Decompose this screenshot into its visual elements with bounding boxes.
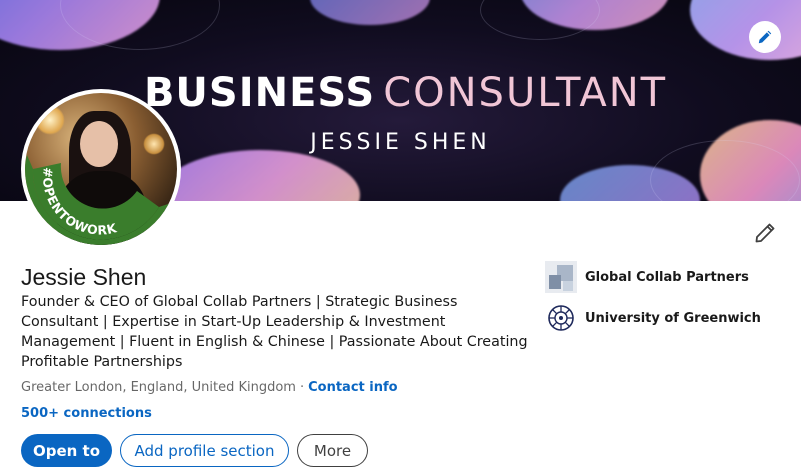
- banner-mesh: [480, 0, 600, 40]
- education-link[interactable]: University of Greenwich: [545, 302, 761, 334]
- profile-location: Greater London, England, United Kingdom: [21, 380, 296, 395]
- school-name: University of Greenwich: [585, 310, 761, 326]
- pencil-icon: [758, 30, 772, 44]
- banner-decoration: [310, 0, 430, 25]
- current-company-link[interactable]: Global Collab Partners: [545, 261, 749, 293]
- banner-decoration: [690, 0, 801, 60]
- profile-headline: Founder & CEO of Global Collab Partners …: [21, 294, 528, 370]
- banner-title-light: CONSULTANT: [383, 70, 668, 116]
- pencil-icon: [755, 223, 775, 243]
- open-to-work-frame: #OPENTOWORK: [25, 155, 171, 245]
- profile-location-line: Greater London, England, United Kingdom ·…: [21, 380, 398, 395]
- more-button[interactable]: More: [297, 434, 368, 467]
- edit-banner-button[interactable]: [749, 21, 781, 53]
- banner-decoration: [160, 150, 360, 201]
- connections-link[interactable]: 500+ connections: [21, 406, 152, 421]
- add-profile-section-button[interactable]: Add profile section: [120, 434, 289, 467]
- avatar: #OPENTOWORK: [25, 93, 177, 245]
- edit-intro-button[interactable]: [752, 220, 778, 246]
- profile-photo[interactable]: #OPENTOWORK: [21, 89, 181, 249]
- university-crest-icon: [548, 305, 574, 331]
- profile-name: Jessie Shen: [21, 264, 147, 290]
- banner-title-bold: BUSINESS: [143, 70, 376, 116]
- open-to-button[interactable]: Open to: [21, 434, 112, 467]
- company-name: Global Collab Partners: [585, 269, 749, 285]
- contact-info-link[interactable]: Contact info: [308, 380, 397, 395]
- company-logo-icon: [545, 261, 577, 293]
- separator: ·: [299, 380, 305, 395]
